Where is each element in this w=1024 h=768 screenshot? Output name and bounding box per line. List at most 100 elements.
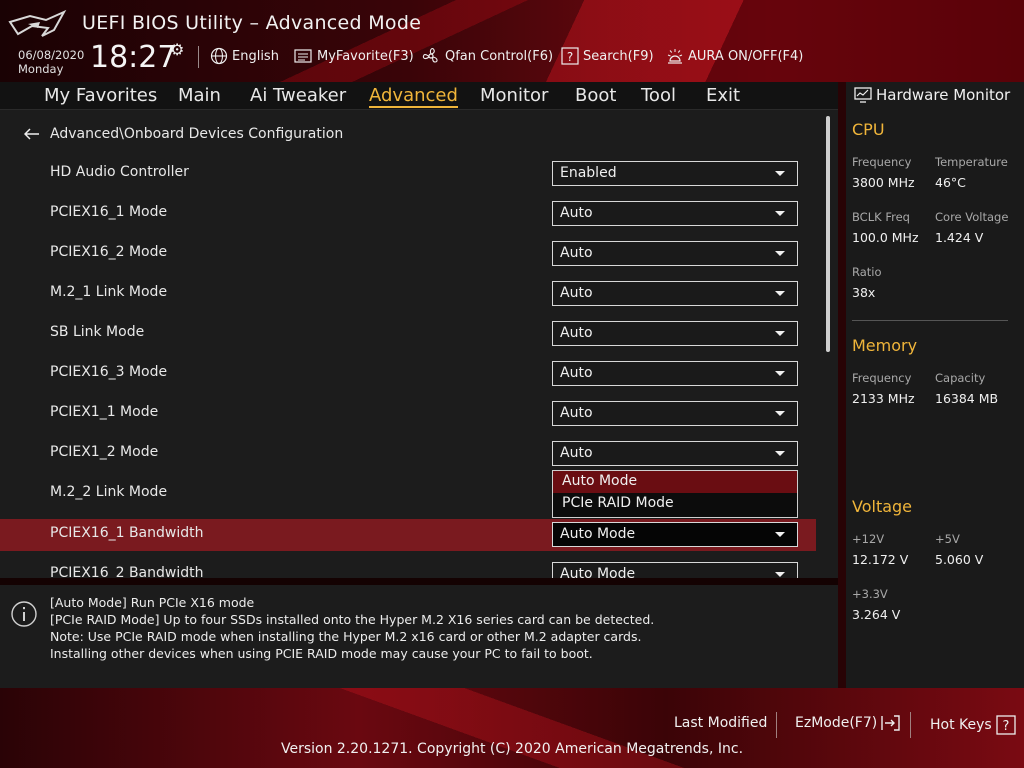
setting-row-pciex1-2-mode[interactable]: PCIEX1_2 Mode Auto xyxy=(0,438,816,470)
setting-label: M.2_1 Link Mode xyxy=(50,284,168,300)
setting-row-pciex16-1-mode[interactable]: PCIEX16_1 Mode Auto xyxy=(0,198,816,230)
tab-main[interactable]: Main xyxy=(178,85,221,106)
option-auto-mode[interactable]: Auto Mode xyxy=(553,471,797,493)
v5-label: +5V xyxy=(935,532,960,546)
setting-row-pciex16-1-bandwidth[interactable]: PCIEX16_1 Bandwidth Auto Mode xyxy=(0,519,816,551)
hardware-monitor-title: Hardware Monitor xyxy=(854,86,1010,104)
aura-light-icon xyxy=(667,49,683,64)
setting-label: M.2_2 Link Mode xyxy=(50,484,168,500)
setting-dropdown[interactable]: Auto xyxy=(552,241,798,266)
option-pcie-raid-mode[interactable]: PCIe RAID Mode xyxy=(553,493,797,515)
tab-advanced[interactable]: Advanced xyxy=(369,85,458,108)
setting-dropdown[interactable]: Auto xyxy=(552,201,798,226)
dropdown-value: Auto Mode xyxy=(560,566,636,578)
memory-capacity-label: Capacity xyxy=(935,371,986,385)
dropdown-options-list[interactable]: Auto Mode PCIe RAID Mode xyxy=(552,470,798,518)
myfavorite-button[interactable]: MyFavorite(F3) xyxy=(294,46,414,66)
chevron-down-icon xyxy=(775,171,785,176)
setting-dropdown[interactable]: Auto xyxy=(552,361,798,386)
scrollbar[interactable] xyxy=(826,116,830,352)
setting-row-sb-link-mode[interactable]: SB Link Mode Auto xyxy=(0,318,816,350)
hot-keys-button[interactable]: Hot Keys ? xyxy=(930,715,1016,735)
dropdown-value: Auto xyxy=(560,365,593,381)
v5-value: 5.060 V xyxy=(935,552,984,567)
fan-icon xyxy=(422,48,438,63)
setting-row-pciex16-2-bandwidth[interactable]: PCIEX16_2 Bandwidth Auto Mode xyxy=(0,559,816,578)
ezmode-label: EzMode(F7) xyxy=(795,715,878,731)
setting-dropdown[interactable]: Auto Mode xyxy=(552,562,798,578)
v33-label: +3.3V xyxy=(852,587,888,601)
setting-dropdown[interactable]: Auto xyxy=(552,401,798,426)
globe-icon xyxy=(210,47,228,65)
back-arrow-icon[interactable] xyxy=(24,128,40,140)
cpu-temperature-value: 46°C xyxy=(935,175,966,190)
search-button[interactable]: ? Search(F9) xyxy=(561,46,654,66)
setting-dropdown[interactable]: Auto xyxy=(552,321,798,346)
search-help-icon: ? xyxy=(561,47,579,65)
tab-ai-tweaker[interactable]: Ai Tweaker xyxy=(250,85,346,106)
qfan-control-label: Qfan Control(F6) xyxy=(445,48,554,64)
memory-frequency-value: 2133 MHz xyxy=(852,391,915,406)
chevron-down-icon xyxy=(775,211,785,216)
day-text: Monday xyxy=(18,62,64,76)
setting-dropdown[interactable]: Enabled xyxy=(552,161,798,186)
setting-dropdown[interactable]: Auto xyxy=(552,441,798,466)
help-question-icon: ? xyxy=(996,715,1016,735)
memory-heading: Memory xyxy=(852,336,918,355)
svg-text:?: ? xyxy=(567,50,573,64)
dropdown-value: Auto xyxy=(560,405,593,421)
hardware-monitor-label: Hardware Monitor xyxy=(876,86,1011,104)
setting-row-m2-1-link-mode[interactable]: M.2_1 Link Mode Auto xyxy=(0,278,816,310)
aura-toggle-button[interactable]: AURA ON/OFF(F4) xyxy=(666,46,803,66)
tab-tool[interactable]: Tool xyxy=(641,85,676,106)
help-panel: [Auto Mode] Run PCIe X16 mode [PCIe RAID… xyxy=(0,585,838,688)
language-button[interactable]: English xyxy=(210,46,279,66)
tab-monitor[interactable]: Monitor xyxy=(480,85,548,106)
divider xyxy=(910,712,911,738)
setting-dropdown[interactable]: Auto Mode xyxy=(552,522,798,547)
last-modified-button[interactable]: Last Modified xyxy=(674,715,767,731)
divider xyxy=(776,712,777,738)
ezmode-button[interactable]: EzMode(F7) xyxy=(795,715,901,731)
chevron-down-icon xyxy=(775,451,785,456)
cpu-frequency-value: 3800 MHz xyxy=(852,175,915,190)
setting-label: PCIEX16_3 Mode xyxy=(50,364,168,380)
main-panel: My Favorites Main Ai Tweaker Advanced Mo… xyxy=(0,82,838,578)
core-voltage-label: Core Voltage xyxy=(935,210,1009,224)
last-modified-label: Last Modified xyxy=(674,715,768,731)
v12-value: 12.172 V xyxy=(852,552,909,567)
qfan-control-button[interactable]: Qfan Control(F6) xyxy=(421,46,553,66)
exit-arrow-icon xyxy=(881,715,900,731)
setting-row-pciex1-1-mode[interactable]: PCIEX1_1 Mode Auto xyxy=(0,398,816,430)
favorite-list-icon xyxy=(294,49,312,63)
setting-label: PCIEX16_2 Bandwidth xyxy=(50,565,204,578)
cpu-heading: CPU xyxy=(852,120,885,139)
myfavorite-label: MyFavorite(F3) xyxy=(317,48,414,64)
tab-boot[interactable]: Boot xyxy=(575,85,616,106)
chevron-down-icon xyxy=(775,331,785,336)
bclk-label: BCLK Freq xyxy=(852,210,910,224)
setting-label: SB Link Mode xyxy=(50,324,145,340)
divider xyxy=(198,46,199,68)
setting-row-pciex16-2-mode[interactable]: PCIEX16_2 Mode Auto xyxy=(0,238,816,270)
tab-exit[interactable]: Exit xyxy=(706,85,740,106)
setting-label: PCIEX16_1 Mode xyxy=(50,204,168,220)
dropdown-value: Auto xyxy=(560,325,593,341)
chevron-down-icon xyxy=(775,251,785,256)
chevron-down-icon xyxy=(775,532,785,537)
setting-label: PCIEX16_1 Bandwidth xyxy=(50,525,204,541)
setting-row-hd-audio[interactable]: HD Audio Controller Enabled xyxy=(0,158,816,190)
menu-bar: My Favorites Main Ai Tweaker Advanced Mo… xyxy=(0,82,838,110)
setting-dropdown[interactable]: Auto xyxy=(552,281,798,306)
chevron-down-icon xyxy=(775,291,785,296)
help-line: [Auto Mode] Run PCIe X16 mode xyxy=(50,595,255,610)
gear-icon[interactable]: ⚙ xyxy=(170,40,184,59)
search-label: Search(F9) xyxy=(583,48,654,64)
ratio-value: 38x xyxy=(852,285,876,300)
dropdown-value: Auto Mode xyxy=(560,526,636,542)
tab-my-favorites[interactable]: My Favorites xyxy=(44,85,157,106)
clock-time: 18:27 xyxy=(90,40,177,75)
date-text: 06/08/2020 xyxy=(18,48,85,62)
setting-row-pciex16-3-mode[interactable]: PCIEX16_3 Mode Auto xyxy=(0,358,816,390)
dropdown-value: Enabled xyxy=(560,165,617,181)
